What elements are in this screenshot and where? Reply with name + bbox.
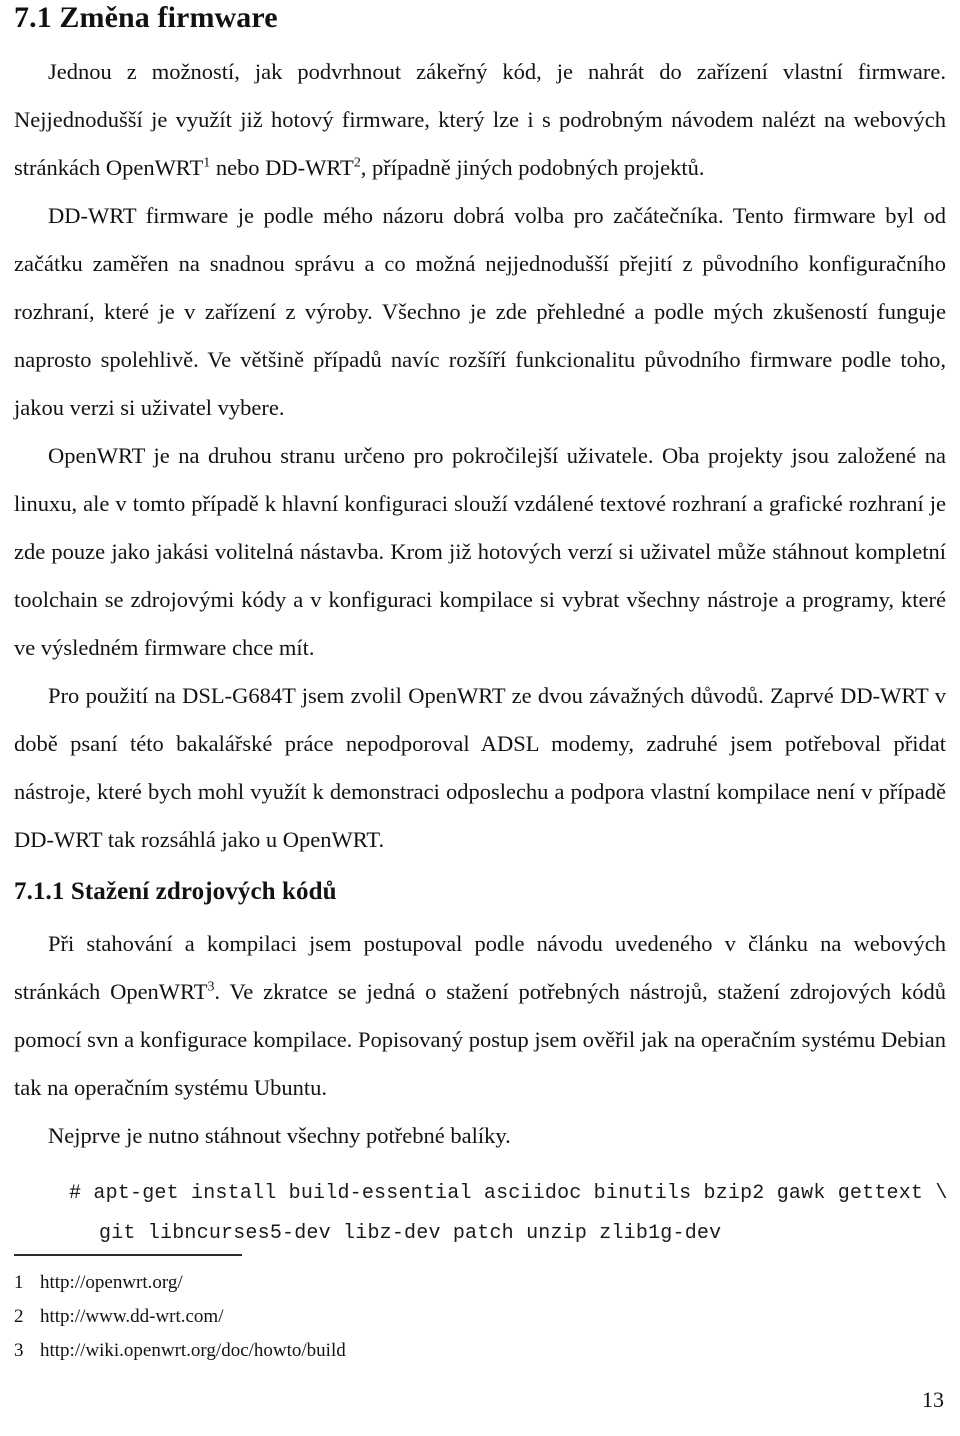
footnote-url[interactable]: http://www.dd-wrt.com/ — [40, 1300, 223, 1334]
paragraph-intro-part-b: nebo DD-WRT — [210, 155, 354, 181]
paragraph-packages-intro: Nejprve je nutno stáhnout všechny potřeb… — [48, 1122, 511, 1148]
paragraph-dslg684t: Pro použití na DSL-G684T jsem zvolil Ope… — [14, 683, 946, 853]
paragraph-intro-part-c: , případně jiných podobných projektů. — [360, 155, 705, 181]
paragraph-ddwrt: DD-WRT firmware je podle mého názoru dob… — [14, 203, 946, 421]
footnote-number: 1 — [14, 1272, 24, 1293]
document-page: 7.1 Změna firmware Jednou z možností, ja… — [0, 0, 960, 1436]
footnote-separator-rule — [14, 1254, 242, 1256]
paragraph-build-guide: Při stahování a kompilaci jsem postupova… — [14, 920, 946, 1112]
pre-subheading-spacer — [14, 864, 946, 878]
paragraph-intro: Jednou z možností, jak podvrhnout zákeřn… — [14, 48, 946, 192]
page-content: 7.1 Změna firmware Jednou z možností, ja… — [14, 0, 948, 1254]
footnote-item: 3 http://wiki.openwrt.org/doc/howto/buil… — [14, 1334, 946, 1368]
heading-spacer — [14, 34, 946, 48]
pre-code-spacer — [14, 1160, 946, 1174]
footnote-number: 3 — [14, 1340, 24, 1361]
code-block-apt-get: # apt-get install build-essential asciid… — [14, 1174, 948, 1254]
footnote-url[interactable]: http://openwrt.org/ — [40, 1266, 183, 1300]
footnote-item: 1 http://openwrt.org/ — [14, 1266, 946, 1300]
footnote-area: 1 http://openwrt.org/ 2 http://www.dd-wr… — [14, 1254, 946, 1368]
footnote-number: 2 — [14, 1306, 24, 1327]
footnote-item: 2 http://www.dd-wrt.com/ — [14, 1300, 946, 1334]
page-number: 13 — [922, 1387, 944, 1412]
subsection-heading-7-1-1: 7.1.1 Stažení zdrojových kódů — [14, 878, 337, 906]
subheading-spacer — [14, 906, 946, 920]
code-line-command: # apt-get install build-essential asciid… — [69, 1181, 948, 1205]
code-line-continuation: git libncurses5-dev libz-dev patch unzip… — [99, 1221, 722, 1245]
section-heading-7-1: 7.1 Změna firmware — [14, 1, 278, 34]
footnote-ref-2[interactable]: 2 — [354, 156, 361, 171]
footnote-url[interactable]: http://wiki.openwrt.org/doc/howto/build — [40, 1334, 346, 1368]
paragraph-openwrt: OpenWRT je na druhou stranu určeno pro p… — [14, 443, 946, 661]
